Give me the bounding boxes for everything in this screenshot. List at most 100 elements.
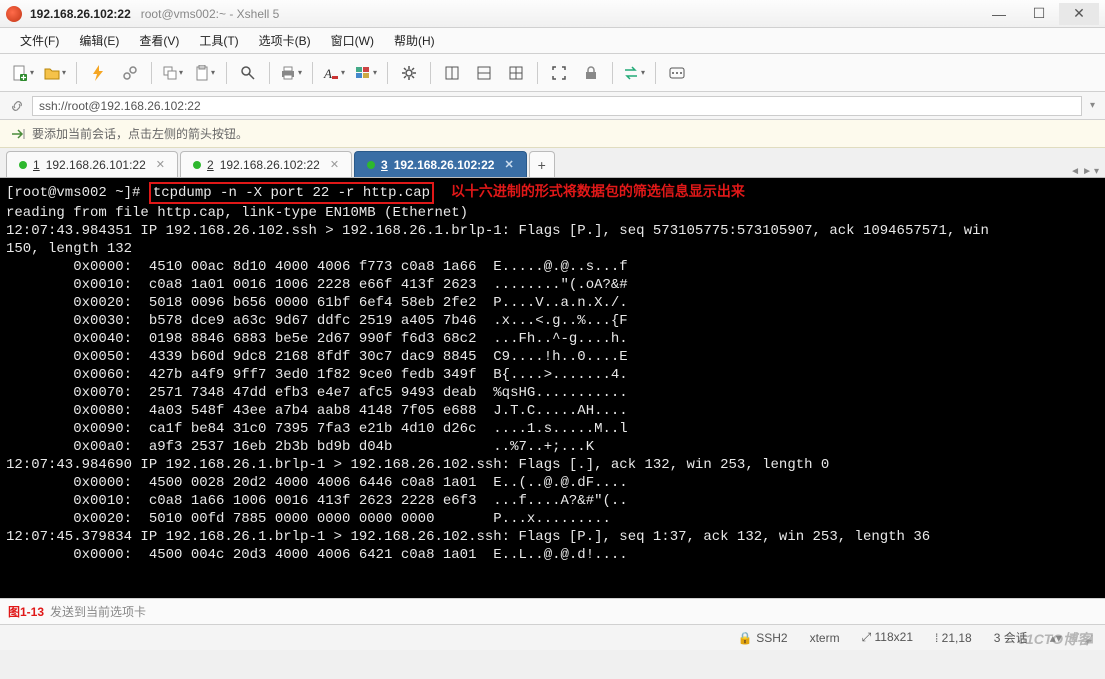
tab-label: 192.168.26.101:22 — [46, 158, 146, 172]
menu-help[interactable]: 帮助(H) — [386, 30, 443, 51]
tab-number: 2 — [207, 158, 214, 172]
tab-add-button[interactable]: + — [529, 151, 555, 177]
input-hint-row: 图1-13 发送到当前选项卡 — [0, 598, 1105, 624]
dropdown-icon[interactable]: ▾ — [1090, 100, 1095, 111]
new-session-button[interactable] — [8, 59, 38, 87]
window-title-sub: root@vms002:~ - Xshell 5 — [141, 7, 280, 21]
status-size: ⤢ 118x21 — [862, 630, 913, 645]
tab-menu-icon[interactable]: ▾ — [1094, 166, 1099, 177]
toolbar-separator — [226, 62, 227, 84]
menu-edit[interactable]: 编辑(E) — [71, 30, 127, 51]
copy-button[interactable] — [158, 59, 188, 87]
tile-icon — [445, 66, 459, 80]
font-icon: A — [323, 66, 339, 80]
paste-button[interactable] — [190, 59, 220, 87]
toolbar-separator — [430, 62, 431, 84]
menu-tabs[interactable]: 选项卡(B) — [251, 30, 319, 51]
menu-bar: 文件(F) 编辑(E) 查看(V) 工具(T) 选项卡(B) 窗口(W) 帮助(… — [0, 28, 1105, 54]
address-input[interactable]: ssh://root@192.168.26.102:22 — [32, 96, 1082, 116]
app-icon — [6, 6, 22, 22]
disconnect-button[interactable] — [115, 59, 145, 87]
compose-button[interactable] — [662, 59, 692, 87]
unlink-icon — [122, 65, 138, 81]
transfer-button[interactable] — [619, 59, 649, 87]
toolbar-separator — [612, 62, 613, 84]
lock-button[interactable] — [576, 59, 606, 87]
menu-file[interactable]: 文件(F) — [12, 30, 67, 51]
fullscreen-button[interactable] — [544, 59, 574, 87]
link-icon — [10, 99, 24, 113]
status-resize-grip-icon[interactable]: ◢ — [1084, 631, 1093, 645]
status-dot-icon — [19, 161, 27, 169]
figure-label: 图1-13 — [8, 603, 44, 620]
address-text: ssh://root@192.168.26.102:22 — [39, 99, 201, 113]
color-scheme-button[interactable] — [351, 59, 381, 87]
minimize-button[interactable]: — — [979, 3, 1019, 25]
highlighted-command: tcpdump -n -X port 22 -r http.cap — [149, 182, 434, 204]
svg-text:A: A — [323, 66, 332, 80]
lock-small-icon: 🔒 — [738, 631, 753, 645]
search-icon — [240, 65, 256, 81]
toolbar-separator — [269, 62, 270, 84]
toolbar-separator — [387, 62, 388, 84]
status-dot-icon — [193, 161, 201, 169]
tab-number: 1 — [33, 158, 40, 172]
maximize-button[interactable]: ☐ — [1019, 3, 1059, 25]
clipboard-icon — [195, 65, 209, 81]
menu-view[interactable]: 查看(V) — [131, 30, 187, 51]
tab-label: 192.168.26.102:22 — [220, 158, 320, 172]
properties-button[interactable] — [394, 59, 424, 87]
lightning-icon — [91, 65, 105, 81]
tab-close-icon[interactable]: ✕ — [156, 158, 165, 171]
horiz-icon — [477, 66, 491, 80]
tab-close-icon[interactable]: ✕ — [330, 158, 339, 171]
tab-number: 3 — [381, 158, 388, 172]
terminal-prompt: [root@vms002 ~]# — [6, 185, 149, 201]
tab-label: 192.168.26.102:22 — [394, 158, 495, 172]
command-annotation: 以十六进制的形式将数据包的筛选信息显示出来 — [451, 185, 745, 201]
printer-icon — [280, 66, 296, 80]
open-session-button[interactable] — [40, 59, 70, 87]
status-sessions: 3 会话 — [994, 629, 1028, 646]
document-plus-icon — [12, 65, 28, 81]
layout-grid-button[interactable] — [501, 59, 531, 87]
info-text: 要添加当前会话，点击左侧的箭头按钮。 — [32, 125, 248, 142]
palette-icon — [355, 66, 371, 80]
terminal-lines: reading from file http.cap, link-type EN… — [6, 205, 989, 563]
tab-3[interactable]: 3 192.168.26.102:22 ✕ — [354, 151, 527, 177]
folder-icon — [44, 65, 60, 81]
search-button[interactable] — [233, 59, 263, 87]
title-bar: 192.168.26.102:22 root@vms002:~ - Xshell… — [0, 0, 1105, 28]
gear-icon — [401, 65, 417, 81]
tab-2[interactable]: 2 192.168.26.102:22 ✕ — [180, 151, 352, 177]
tab-scroll-right-icon[interactable]: ► — [1082, 166, 1092, 177]
menu-tools[interactable]: 工具(T) — [191, 30, 246, 51]
transfer-icon — [623, 66, 639, 80]
close-button[interactable]: ✕ — [1059, 3, 1099, 25]
status-bar: 🔒 SSH2 xterm ⤢ 118x21 ⁞ 21,18 3 会话 ▴▾ ◢ — [0, 624, 1105, 650]
copy-icon — [163, 66, 177, 80]
reconnect-button[interactable] — [83, 59, 113, 87]
tab-scroll-left-icon[interactable]: ◄ — [1070, 166, 1080, 177]
print-button[interactable] — [276, 59, 306, 87]
grid-icon — [509, 66, 523, 80]
status-term: xterm — [810, 631, 840, 645]
font-button[interactable]: A — [319, 59, 349, 87]
toolbar: A — [0, 54, 1105, 92]
layout-tile-button[interactable] — [437, 59, 467, 87]
menu-window[interactable]: 窗口(W) — [323, 30, 382, 51]
tab-1[interactable]: 1 192.168.26.101:22 ✕ — [6, 151, 178, 177]
arrow-add-icon[interactable] — [10, 127, 26, 141]
toolbar-separator — [76, 62, 77, 84]
status-updown-icon[interactable]: ▴▾ — [1050, 631, 1062, 645]
input-hint: 发送到当前选项卡 — [50, 603, 146, 620]
address-bar: ssh://root@192.168.26.102:22 ▾ — [0, 92, 1105, 120]
toolbar-separator — [537, 62, 538, 84]
status-dot-icon — [367, 161, 375, 169]
tab-close-icon[interactable]: ✕ — [504, 158, 513, 171]
info-bar: 要添加当前会话，点击左侧的箭头按钮。 — [0, 120, 1105, 148]
toolbar-separator — [151, 62, 152, 84]
layout-horiz-button[interactable] — [469, 59, 499, 87]
terminal-output[interactable]: [root@vms002 ~]# tcpdump -n -X port 22 -… — [0, 178, 1105, 598]
tab-bar: 1 192.168.26.101:22 ✕ 2 192.168.26.102:2… — [0, 148, 1105, 178]
